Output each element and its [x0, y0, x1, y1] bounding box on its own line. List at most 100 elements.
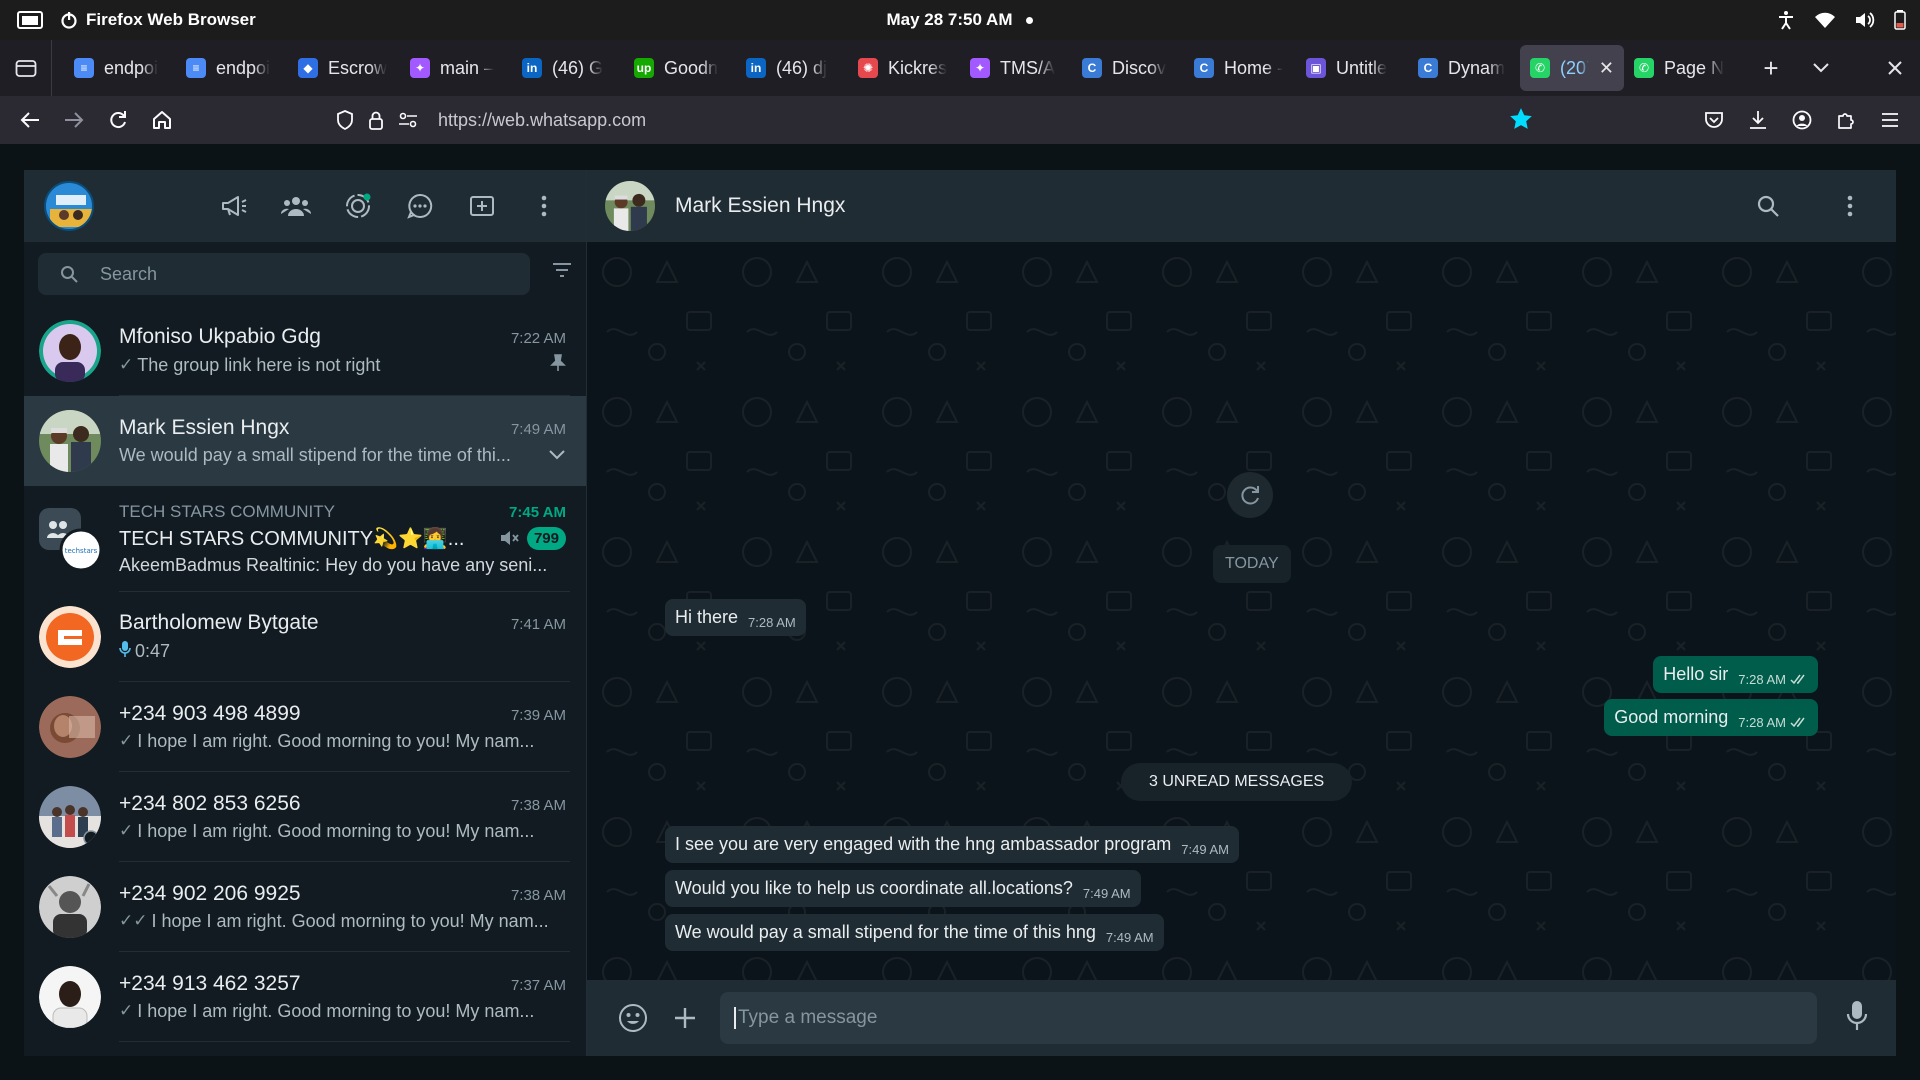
channels-chat-button[interactable]: [402, 188, 438, 224]
firefox-view-button[interactable]: [0, 40, 52, 96]
load-older-messages-button[interactable]: [1227, 472, 1273, 518]
message-input-box[interactable]: [720, 992, 1817, 1044]
chat-options-chevron-icon[interactable]: [548, 445, 566, 466]
activities-button[interactable]: [0, 9, 60, 31]
account-icon: [1792, 110, 1812, 130]
wifi-icon: [1815, 12, 1835, 28]
list-all-tabs-button[interactable]: [1796, 40, 1846, 96]
conversation-header[interactable]: Mark Essien Hngx: [587, 170, 1896, 242]
double-check-read-icon: [1790, 717, 1805, 728]
refresh-icon: [1241, 486, 1259, 505]
search-input[interactable]: [100, 263, 500, 285]
app-menu-button[interactable]: [1868, 98, 1912, 142]
tab-title: (207): [1560, 57, 1589, 78]
contact-avatar[interactable]: [605, 181, 655, 231]
browser-tab[interactable]: ◆ Escrow: [288, 45, 400, 91]
downloads-button[interactable]: [1736, 98, 1780, 142]
voice-note-mic-icon: [119, 640, 131, 663]
tracking-protection-shield-icon[interactable]: [336, 110, 354, 130]
chat-list-item[interactable]: +234 903 498 4899 7:39 AM ✓ I hope I am rig…: [24, 682, 586, 772]
reload-button[interactable]: [96, 98, 140, 142]
extensions-button[interactable]: [1824, 98, 1868, 142]
chat-list-item[interactable]: +234 902 206 9925 7:38 AM ✓✓ I hope I am ri…: [24, 862, 586, 952]
browser-tab[interactable]: up Goodn: [624, 45, 736, 91]
pocket-icon: [1705, 112, 1723, 128]
message-incoming[interactable]: Would you like to help us coordinate all…: [665, 870, 1141, 907]
chat-avatar[interactable]: [39, 966, 101, 1028]
chat-avatar[interactable]: [39, 606, 101, 668]
chat-list-item[interactable]: Mark Essien Hngx 7:49 AM We would pay a sm…: [24, 396, 586, 486]
chat-name: Mark Essien Hngx: [119, 415, 290, 439]
workspace-icon: [17, 11, 43, 29]
download-icon: [1750, 111, 1766, 129]
double-check-icon: ✓✓: [119, 911, 148, 930]
message-incoming[interactable]: I see you are very engaged with the hng …: [665, 826, 1239, 863]
status-button[interactable]: [340, 188, 376, 224]
system-tray[interactable]: [1776, 0, 1906, 40]
lock-icon[interactable]: [368, 110, 384, 130]
bookmark-star-button[interactable]: [1508, 106, 1534, 137]
message-incoming[interactable]: Hi there 7:28 AM: [665, 599, 806, 636]
search-messages-button[interactable]: [1750, 188, 1786, 224]
chat-list-item[interactable]: Mfoniso Ukpabio Gdg 7:22 AM ✓ The group lin…: [24, 306, 586, 396]
sidebar-menu-button[interactable]: [526, 188, 562, 224]
browser-tab[interactable]: ▣ Untitle: [1296, 45, 1408, 91]
new-tab-button[interactable]: +: [1746, 40, 1796, 96]
chat-avatar[interactable]: techstars: [39, 508, 103, 572]
back-button[interactable]: [8, 98, 52, 142]
browser-tab[interactable]: ≡ endpoi: [176, 45, 288, 91]
url-text[interactable]: https://web.whatsapp.com: [438, 110, 646, 131]
linkedin-icon: in: [746, 58, 766, 78]
browser-tab[interactable]: in (46) dj: [736, 45, 848, 91]
chat-name: TECH STARS COMMUNITY💫⭐👩‍💻...: [119, 527, 465, 550]
permissions-icon[interactable]: [398, 112, 418, 128]
chat-avatar[interactable]: [39, 696, 101, 758]
clock-text: May 28 7:50 AM: [886, 10, 1013, 29]
browser-tab[interactable]: ≡ endpoi: [64, 45, 176, 91]
pocket-button[interactable]: [1692, 98, 1736, 142]
close-tab-icon[interactable]: ✕: [1599, 58, 1614, 79]
chat-list-item[interactable]: Bartholomew Bytgate 7:41 AM 0:47: [24, 592, 586, 682]
account-button[interactable]: [1780, 98, 1824, 142]
message-outgoing[interactable]: Good morning 7:28 AM: [1604, 699, 1818, 736]
browser-tab[interactable]: C Dynam: [1408, 45, 1520, 91]
message-incoming[interactable]: We would pay a small stipend for the tim…: [665, 914, 1164, 951]
attach-button[interactable]: [659, 992, 711, 1044]
communities-button[interactable]: [278, 188, 314, 224]
browser-tab[interactable]: C Home -: [1184, 45, 1296, 91]
message-time: 7:28 AM: [1738, 715, 1786, 730]
profile-avatar[interactable]: [44, 181, 94, 231]
emoji-button[interactable]: [607, 992, 659, 1044]
browser-tab[interactable]: in (46) G: [512, 45, 624, 91]
chat-avatar[interactable]: [39, 410, 101, 472]
browser-tab[interactable]: ✆ (207) ✕: [1520, 45, 1624, 91]
chat-list-item[interactable]: +234 802 853 6256 7:38 AM ✓ I hope I am rig…: [24, 772, 586, 862]
browser-tab[interactable]: ✦ main –: [400, 45, 512, 91]
browser-tab[interactable]: ✺ Kickres: [848, 45, 960, 91]
message-outgoing[interactable]: Hello sir 7:28 AM: [1653, 656, 1818, 693]
contact-name[interactable]: Mark Essien Hngx: [675, 194, 845, 218]
forward-button[interactable]: [52, 98, 96, 142]
single-check-icon: ✓: [119, 821, 134, 840]
channels-button[interactable]: [216, 188, 252, 224]
app-menu[interactable]: Firefox Web Browser: [60, 10, 256, 30]
home-button[interactable]: [140, 98, 184, 142]
chat-list-item[interactable]: +234 913 462 3257 7:37 AM ✓ I hope I am rig…: [24, 952, 586, 1042]
clock[interactable]: May 28 7:50 AM: [0, 10, 1920, 30]
browser-tab[interactable]: C Discov: [1072, 45, 1184, 91]
voice-message-button[interactable]: [1846, 1000, 1868, 1037]
message-input[interactable]: [738, 1007, 1817, 1029]
chat-avatar[interactable]: [39, 320, 101, 382]
message-meta: 7:28 AM: [1738, 672, 1808, 687]
new-chat-button[interactable]: [464, 188, 500, 224]
unread-filter-button[interactable]: [552, 262, 572, 283]
conversation-menu-button[interactable]: [1832, 188, 1868, 224]
browser-tab[interactable]: ✆ Page N: [1624, 45, 1736, 91]
search-box[interactable]: [38, 253, 530, 295]
close-window-button[interactable]: [1870, 40, 1920, 96]
chat-avatar[interactable]: [39, 876, 101, 938]
chat-list-item[interactable]: techstars TECH STARS COMMUNITY 7:45 AM TECH…: [24, 486, 586, 592]
chat-avatar[interactable]: [39, 786, 101, 848]
url-bar[interactable]: https://web.whatsapp.com: [336, 96, 646, 144]
browser-tab[interactable]: ✦ TMS/A: [960, 45, 1072, 91]
